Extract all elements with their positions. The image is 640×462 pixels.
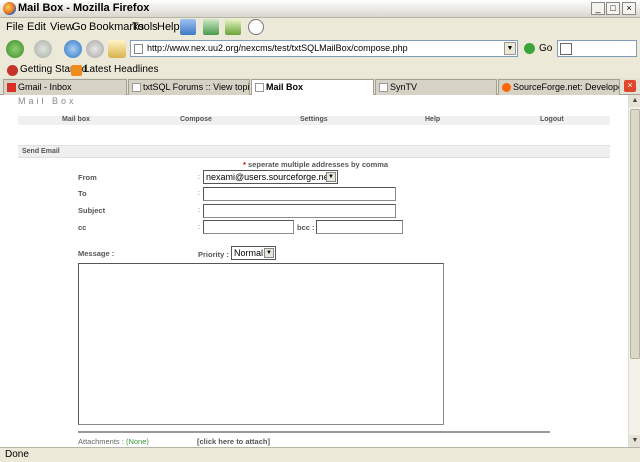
- nav-mail-box[interactable]: Mail box: [62, 116, 90, 123]
- nav-logout[interactable]: Logout: [540, 116, 564, 123]
- extensions-icon[interactable]: [225, 19, 241, 35]
- nav-settings[interactable]: Settings: [300, 116, 328, 123]
- close-button[interactable]: ×: [622, 2, 636, 15]
- close-tab-icon[interactable]: ×: [624, 80, 636, 92]
- tab-txtsql-forums[interactable]: txtSQL Forums :: View topic - txt...: [128, 79, 250, 95]
- attachments-row: Attachments : (None): [78, 437, 149, 446]
- bookmarks-toolbar: Getting Started Latest Headlines: [0, 62, 640, 78]
- tab-sourceforge[interactable]: SourceForge.net: Developer Pr...: [498, 79, 620, 95]
- tab-label: SynTV: [390, 82, 418, 92]
- address-bar[interactable]: http://www.nex.uu2.org/nexcms/test/txtSQ…: [130, 40, 518, 57]
- page-icon: [132, 83, 141, 92]
- menu-tools[interactable]: Tools: [132, 21, 158, 33]
- menu-go[interactable]: Go: [72, 21, 87, 33]
- section-title: Send Email: [22, 148, 60, 155]
- section-header: Send Email: [18, 145, 610, 158]
- stop-icon[interactable]: [86, 40, 104, 58]
- cc-label: cc: [78, 223, 87, 232]
- hint-text: seperate multiple addresses by comma: [248, 160, 389, 169]
- chevron-down-icon: ▼: [326, 172, 336, 182]
- go-icon: [524, 43, 535, 54]
- search-input[interactable]: [557, 40, 637, 57]
- tab-label: Gmail - Inbox: [18, 82, 72, 92]
- window-title: Mail Box - Mozilla Firefox: [18, 2, 150, 14]
- menu-file[interactable]: File: [6, 21, 24, 33]
- address-dropdown-icon[interactable]: ▼: [504, 42, 516, 55]
- to-label: To: [78, 189, 87, 198]
- forward-icon[interactable]: [34, 40, 52, 58]
- priority-select[interactable]: Normal ▼: [231, 246, 276, 260]
- nav-help[interactable]: Help: [425, 116, 440, 123]
- status-bar: Done: [0, 447, 640, 462]
- message-label: Message :: [78, 249, 115, 258]
- menu-bar: File Edit View Go Bookmarks Tools Help: [0, 18, 640, 36]
- attachments-label: Attachments :: [78, 437, 124, 446]
- tab-label: Mail Box: [266, 82, 304, 92]
- attachments-value: (None): [125, 437, 149, 446]
- menu-view[interactable]: View: [50, 21, 74, 33]
- from-value: nexami@users.sourceforge.net: [206, 172, 332, 182]
- from-label: From: [78, 173, 97, 182]
- site-logo: Mail Box: [18, 96, 77, 106]
- reload-icon[interactable]: [64, 40, 82, 58]
- menu-edit[interactable]: Edit: [27, 21, 46, 33]
- bcc-label: bcc :: [297, 223, 315, 232]
- subject-input[interactable]: [203, 204, 396, 218]
- chevron-down-icon: ▼: [264, 248, 274, 258]
- rss-icon: [71, 65, 82, 76]
- scroll-up-icon[interactable]: ▲: [629, 95, 640, 107]
- go-label: Go: [539, 43, 553, 54]
- tab-label: SourceForge.net: Developer Pr...: [513, 82, 619, 92]
- firefox-icon: [3, 2, 16, 15]
- page-content: Mail Box Mail box Compose Settings Help …: [0, 95, 628, 447]
- page-icon: [379, 83, 388, 92]
- maximize-button[interactable]: □: [606, 2, 620, 15]
- bookmark-latest-headlines[interactable]: Latest Headlines: [84, 64, 159, 75]
- tab-label: txtSQL Forums :: View topic - txt...: [143, 82, 250, 92]
- divider: [78, 431, 550, 433]
- getting-started-icon: [7, 65, 18, 76]
- mail-icon[interactable]: [180, 19, 196, 35]
- subject-label: Subject: [78, 206, 106, 215]
- tab-syntv[interactable]: SynTV: [375, 79, 497, 95]
- priority-value: Normal: [234, 248, 264, 258]
- address-hint: * seperate multiple addresses by comma: [243, 160, 388, 169]
- page-icon: [134, 44, 143, 54]
- hint-star: *: [243, 160, 246, 169]
- scroll-thumb[interactable]: [630, 109, 640, 359]
- from-select[interactable]: nexami@users.sourceforge.net ▼: [203, 170, 338, 184]
- status-text: Done: [5, 449, 29, 460]
- tab-gmail[interactable]: Gmail - Inbox: [3, 79, 127, 95]
- downloads-icon[interactable]: [203, 19, 219, 35]
- cc-input[interactable]: [203, 220, 294, 234]
- google-icon: [560, 43, 572, 55]
- clock-icon[interactable]: [248, 19, 264, 35]
- site-nav: Mail box Compose Settings Help Logout: [18, 116, 610, 125]
- address-url: http://www.nex.uu2.org/nexcms/test/txtSQ…: [147, 43, 408, 53]
- tab-bar: Gmail - Inbox txtSQL Forums :: View topi…: [0, 78, 640, 96]
- to-colon: :: [198, 190, 200, 197]
- nav-compose[interactable]: Compose: [180, 116, 212, 123]
- message-textarea[interactable]: [78, 263, 444, 425]
- home-icon[interactable]: [108, 40, 126, 58]
- from-colon: :: [198, 174, 200, 181]
- vertical-scrollbar[interactable]: ▲ ▼: [628, 95, 640, 447]
- minimize-button[interactable]: _: [591, 2, 605, 15]
- bcc-input[interactable]: [316, 220, 403, 234]
- sourceforge-icon: [502, 83, 511, 92]
- priority-label: Priority :: [198, 250, 229, 259]
- to-input[interactable]: [203, 187, 396, 201]
- gmail-icon: [7, 83, 16, 92]
- menu-help[interactable]: Help: [157, 21, 180, 33]
- page-icon: [255, 83, 264, 92]
- subject-colon: :: [198, 207, 200, 214]
- title-bar: Mail Box - Mozilla Firefox _ □ ×: [0, 0, 640, 18]
- attach-link[interactable]: [click here to attach]: [197, 437, 270, 446]
- cc-colon: :: [198, 224, 200, 231]
- tab-mail-box[interactable]: Mail Box: [251, 79, 374, 96]
- scroll-down-icon[interactable]: ▼: [629, 435, 640, 447]
- back-icon[interactable]: [6, 40, 24, 58]
